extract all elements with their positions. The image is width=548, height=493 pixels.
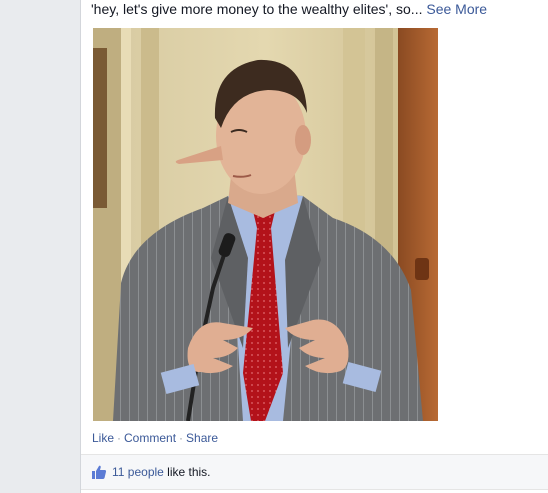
post-actions: Like · Comment · Share (92, 431, 218, 445)
post-text-body: 'hey, let's give more money to the wealt… (91, 1, 423, 17)
post-photo[interactable] (93, 28, 438, 421)
action-separator: · (179, 431, 184, 445)
post-text: 'hey, let's give more money to the wealt… (91, 0, 487, 18)
facebook-post-view: 'hey, let's give more money to the wealt… (0, 0, 548, 493)
action-separator: · (117, 431, 122, 445)
left-gutter (0, 0, 81, 493)
likes-suffix: like this. (167, 465, 211, 479)
likes-summary: 11 people like this. (112, 465, 211, 479)
thumbs-up-icon (91, 464, 107, 480)
comment-link[interactable]: Comment (124, 431, 176, 445)
likes-bar: 11 people like this. (81, 454, 548, 490)
like-link[interactable]: Like (92, 431, 114, 445)
photo-illustration (93, 28, 438, 421)
see-more-link[interactable]: See More (426, 1, 487, 17)
likes-count-link[interactable]: 11 people (112, 465, 164, 479)
share-link[interactable]: Share (186, 431, 218, 445)
post-card: 'hey, let's give more money to the wealt… (81, 0, 548, 493)
